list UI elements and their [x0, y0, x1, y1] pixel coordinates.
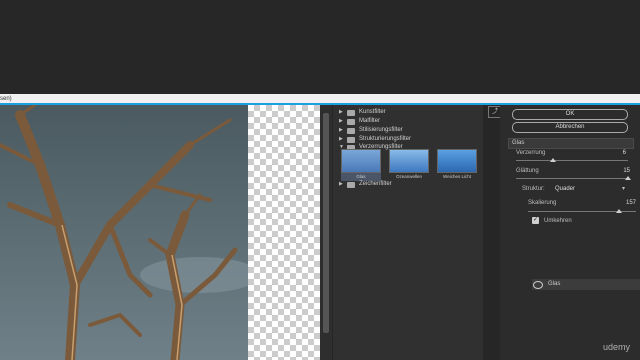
folder-icon	[347, 127, 355, 134]
thumbnail-glas[interactable]: Glas	[341, 149, 381, 181]
verzerrung-slider[interactable]	[516, 160, 628, 161]
glaettung-value[interactable]: 15	[610, 168, 630, 174]
settings-panel: OK Abbrechen Glas Verzerrung 6 Glättung …	[500, 105, 640, 360]
glaettung-label: Glättung	[516, 168, 539, 174]
struktur-dropdown-icon[interactable]: ▾	[622, 185, 625, 192]
category-malfilter[interactable]: ▶ Malfilter	[339, 117, 380, 126]
folder-icon	[347, 136, 355, 143]
skalierung-value[interactable]: 157	[616, 200, 636, 206]
thumbnail-ozeanwellen[interactable]: Ozeanwellen	[389, 149, 429, 181]
cancel-button[interactable]: Abbrechen	[512, 122, 628, 133]
verzerrung-value[interactable]: 6	[606, 150, 626, 156]
preview-scrollbar[interactable]	[320, 105, 332, 360]
skalierung-slider-knob[interactable]	[616, 209, 622, 213]
struktur-label: Struktur:	[522, 186, 545, 192]
glaettung-slider-knob[interactable]	[625, 176, 631, 180]
verzerrung-label: Verzerrung	[516, 150, 546, 156]
ok-button[interactable]: OK	[512, 109, 628, 120]
category-zeichenfilter[interactable]: ▶ Zeichenfilter	[339, 180, 392, 189]
verzerrung-slider-knob[interactable]	[550, 158, 556, 162]
category-stilisierungsfilter[interactable]: ▶ Stilisierungsfilter	[339, 126, 403, 135]
transparency-checkerboard	[248, 105, 320, 360]
filter-select[interactable]: Glas	[508, 138, 634, 149]
effect-layer-row[interactable]: Glas	[532, 279, 640, 290]
struktur-select[interactable]: Quader	[555, 186, 575, 192]
thumb-image	[437, 149, 477, 173]
eye-icon[interactable]	[533, 281, 543, 289]
collapsed-arrow-icon: ▶	[339, 181, 343, 187]
udemy-watermark: udemy	[602, 342, 630, 352]
collapsed-arrow-icon: ▶	[339, 118, 343, 124]
scrollbar-thumb[interactable]	[323, 113, 329, 333]
folder-icon	[347, 181, 355, 188]
thumb-image	[389, 149, 429, 173]
thumb-image	[341, 149, 381, 173]
category-kunstfilter[interactable]: ▶ Kunstfilter	[339, 108, 386, 117]
folder-icon	[347, 118, 355, 125]
umkehren-label: Umkehren	[544, 218, 572, 224]
filter-gallery-tree: ▶ Kunstfilter ▶ Malfilter ▶ Stilisierung…	[333, 105, 483, 360]
skalierung-label: Skalierung	[528, 200, 557, 206]
preview-canvas[interactable]	[0, 105, 320, 360]
folder-icon	[347, 109, 355, 116]
collapsed-arrow-icon: ▶	[339, 109, 343, 115]
dialog-titlebar: sen)	[0, 94, 640, 105]
top-black-bar	[0, 0, 640, 94]
glaettung-slider[interactable]	[516, 178, 628, 179]
collapsed-arrow-icon: ▶	[339, 127, 343, 133]
thumbnail-weiches-licht[interactable]: Weiches Licht	[437, 149, 477, 181]
umkehren-checkbox[interactable]: ✓	[532, 217, 539, 224]
